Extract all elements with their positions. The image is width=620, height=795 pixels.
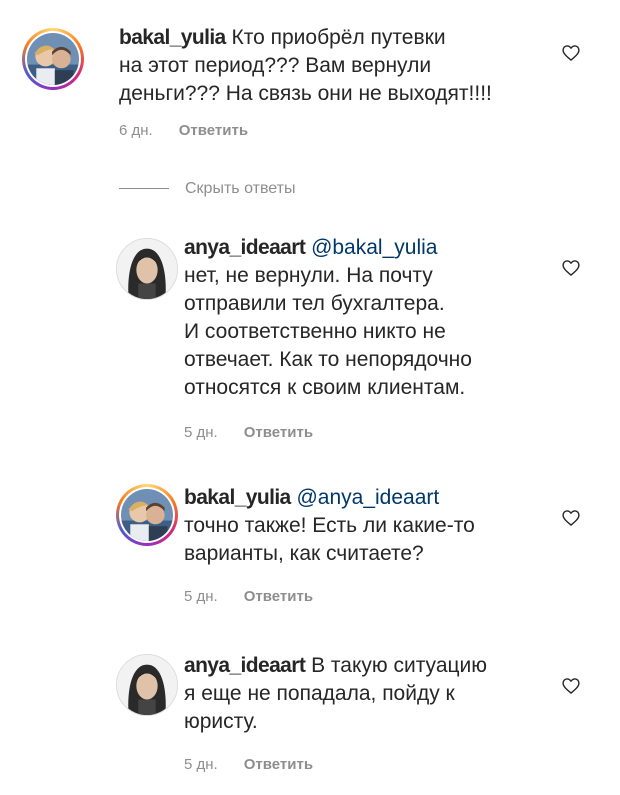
comment-timestamp: 5 дн.	[184, 588, 218, 605]
heart-icon[interactable]	[561, 676, 581, 696]
comment-meta: 6 дн. Ответить	[119, 122, 248, 139]
comment-timestamp: 5 дн.	[184, 424, 218, 441]
comment-text-line: отправили тел бухгалтера.	[184, 292, 445, 315]
reply-item: anya_ideaart @bakal_yulia нет, не вернул…	[0, 230, 620, 450]
avatar[interactable]	[22, 28, 84, 90]
comment-text-line: В такую ситуацию	[311, 654, 488, 677]
reply-button[interactable]: Ответить	[244, 756, 313, 773]
comment-text-line: относятся к своим клиентам.	[184, 376, 466, 399]
comment-text: anya_ideaart @bakal_yulia нет, не вернул…	[184, 234, 472, 402]
comment-text-line: деньги??? На связь они не выходят!!!!	[119, 82, 492, 105]
profile-photo-image	[121, 489, 173, 541]
comment-text: bakal_yulia @anya_ideaart точно также! Е…	[184, 484, 475, 568]
comment-item: bakal_yulia Кто приобрёл путевки на этот…	[0, 0, 620, 160]
mention-link[interactable]: @bakal_yulia	[311, 236, 437, 259]
comment-text-line: на этот период??? Вам вернули	[119, 54, 432, 77]
reply-button[interactable]: Ответить	[244, 424, 313, 441]
divider	[119, 188, 169, 189]
avatar[interactable]	[116, 238, 178, 300]
comment-text-line: юристу.	[184, 710, 258, 733]
comment-text-line: отвечает. Как то непорядочно	[184, 348, 472, 371]
comment-meta: 5 дн. Ответить	[184, 424, 313, 441]
reply-button[interactable]: Ответить	[179, 122, 248, 139]
heart-icon[interactable]	[561, 258, 581, 278]
comment-text-line: И соответственно никто не	[184, 320, 446, 343]
avatar[interactable]	[116, 654, 178, 716]
comment-username[interactable]: anya_ideaart	[184, 236, 306, 259]
comment-text: anya_ideaart В такую ситуацию я еще не п…	[184, 652, 487, 736]
comment-text-line: Кто приобрёл путевки	[231, 26, 446, 49]
avatar[interactable]	[116, 484, 178, 546]
comment-meta: 5 дн. Ответить	[184, 756, 313, 773]
comment-text-line: нет, не вернули. На почту	[184, 264, 433, 287]
comment-meta: 5 дн. Ответить	[184, 588, 313, 605]
comment-username[interactable]: bakal_yulia	[119, 26, 226, 49]
profile-photo-image	[27, 33, 79, 85]
hide-replies-label: Скрыть ответы	[185, 180, 296, 197]
reply-item: bakal_yulia @anya_ideaart точно также! Е…	[0, 480, 620, 620]
profile-photo-image	[117, 239, 177, 299]
comment-username[interactable]: bakal_yulia	[184, 486, 291, 509]
heart-icon[interactable]	[561, 43, 581, 63]
reply-button[interactable]: Ответить	[244, 588, 313, 605]
reply-item: anya_ideaart В такую ситуацию я еще не п…	[0, 648, 620, 788]
comment-timestamp: 6 дн.	[119, 122, 153, 139]
comment-text-line: я еще не попадала, пойду к	[184, 682, 455, 705]
heart-icon[interactable]	[561, 508, 581, 528]
comment-text-line: точно также! Есть ли какие-то	[184, 514, 475, 537]
comment-text: bakal_yulia Кто приобрёл путевки на этот…	[119, 24, 492, 108]
profile-photo-image	[117, 655, 177, 715]
comment-timestamp: 5 дн.	[184, 756, 218, 773]
mention-link[interactable]: @anya_ideaart	[296, 486, 439, 509]
comment-username[interactable]: anya_ideaart	[184, 654, 306, 677]
comment-text-line: варианты, как считаете?	[184, 542, 424, 565]
